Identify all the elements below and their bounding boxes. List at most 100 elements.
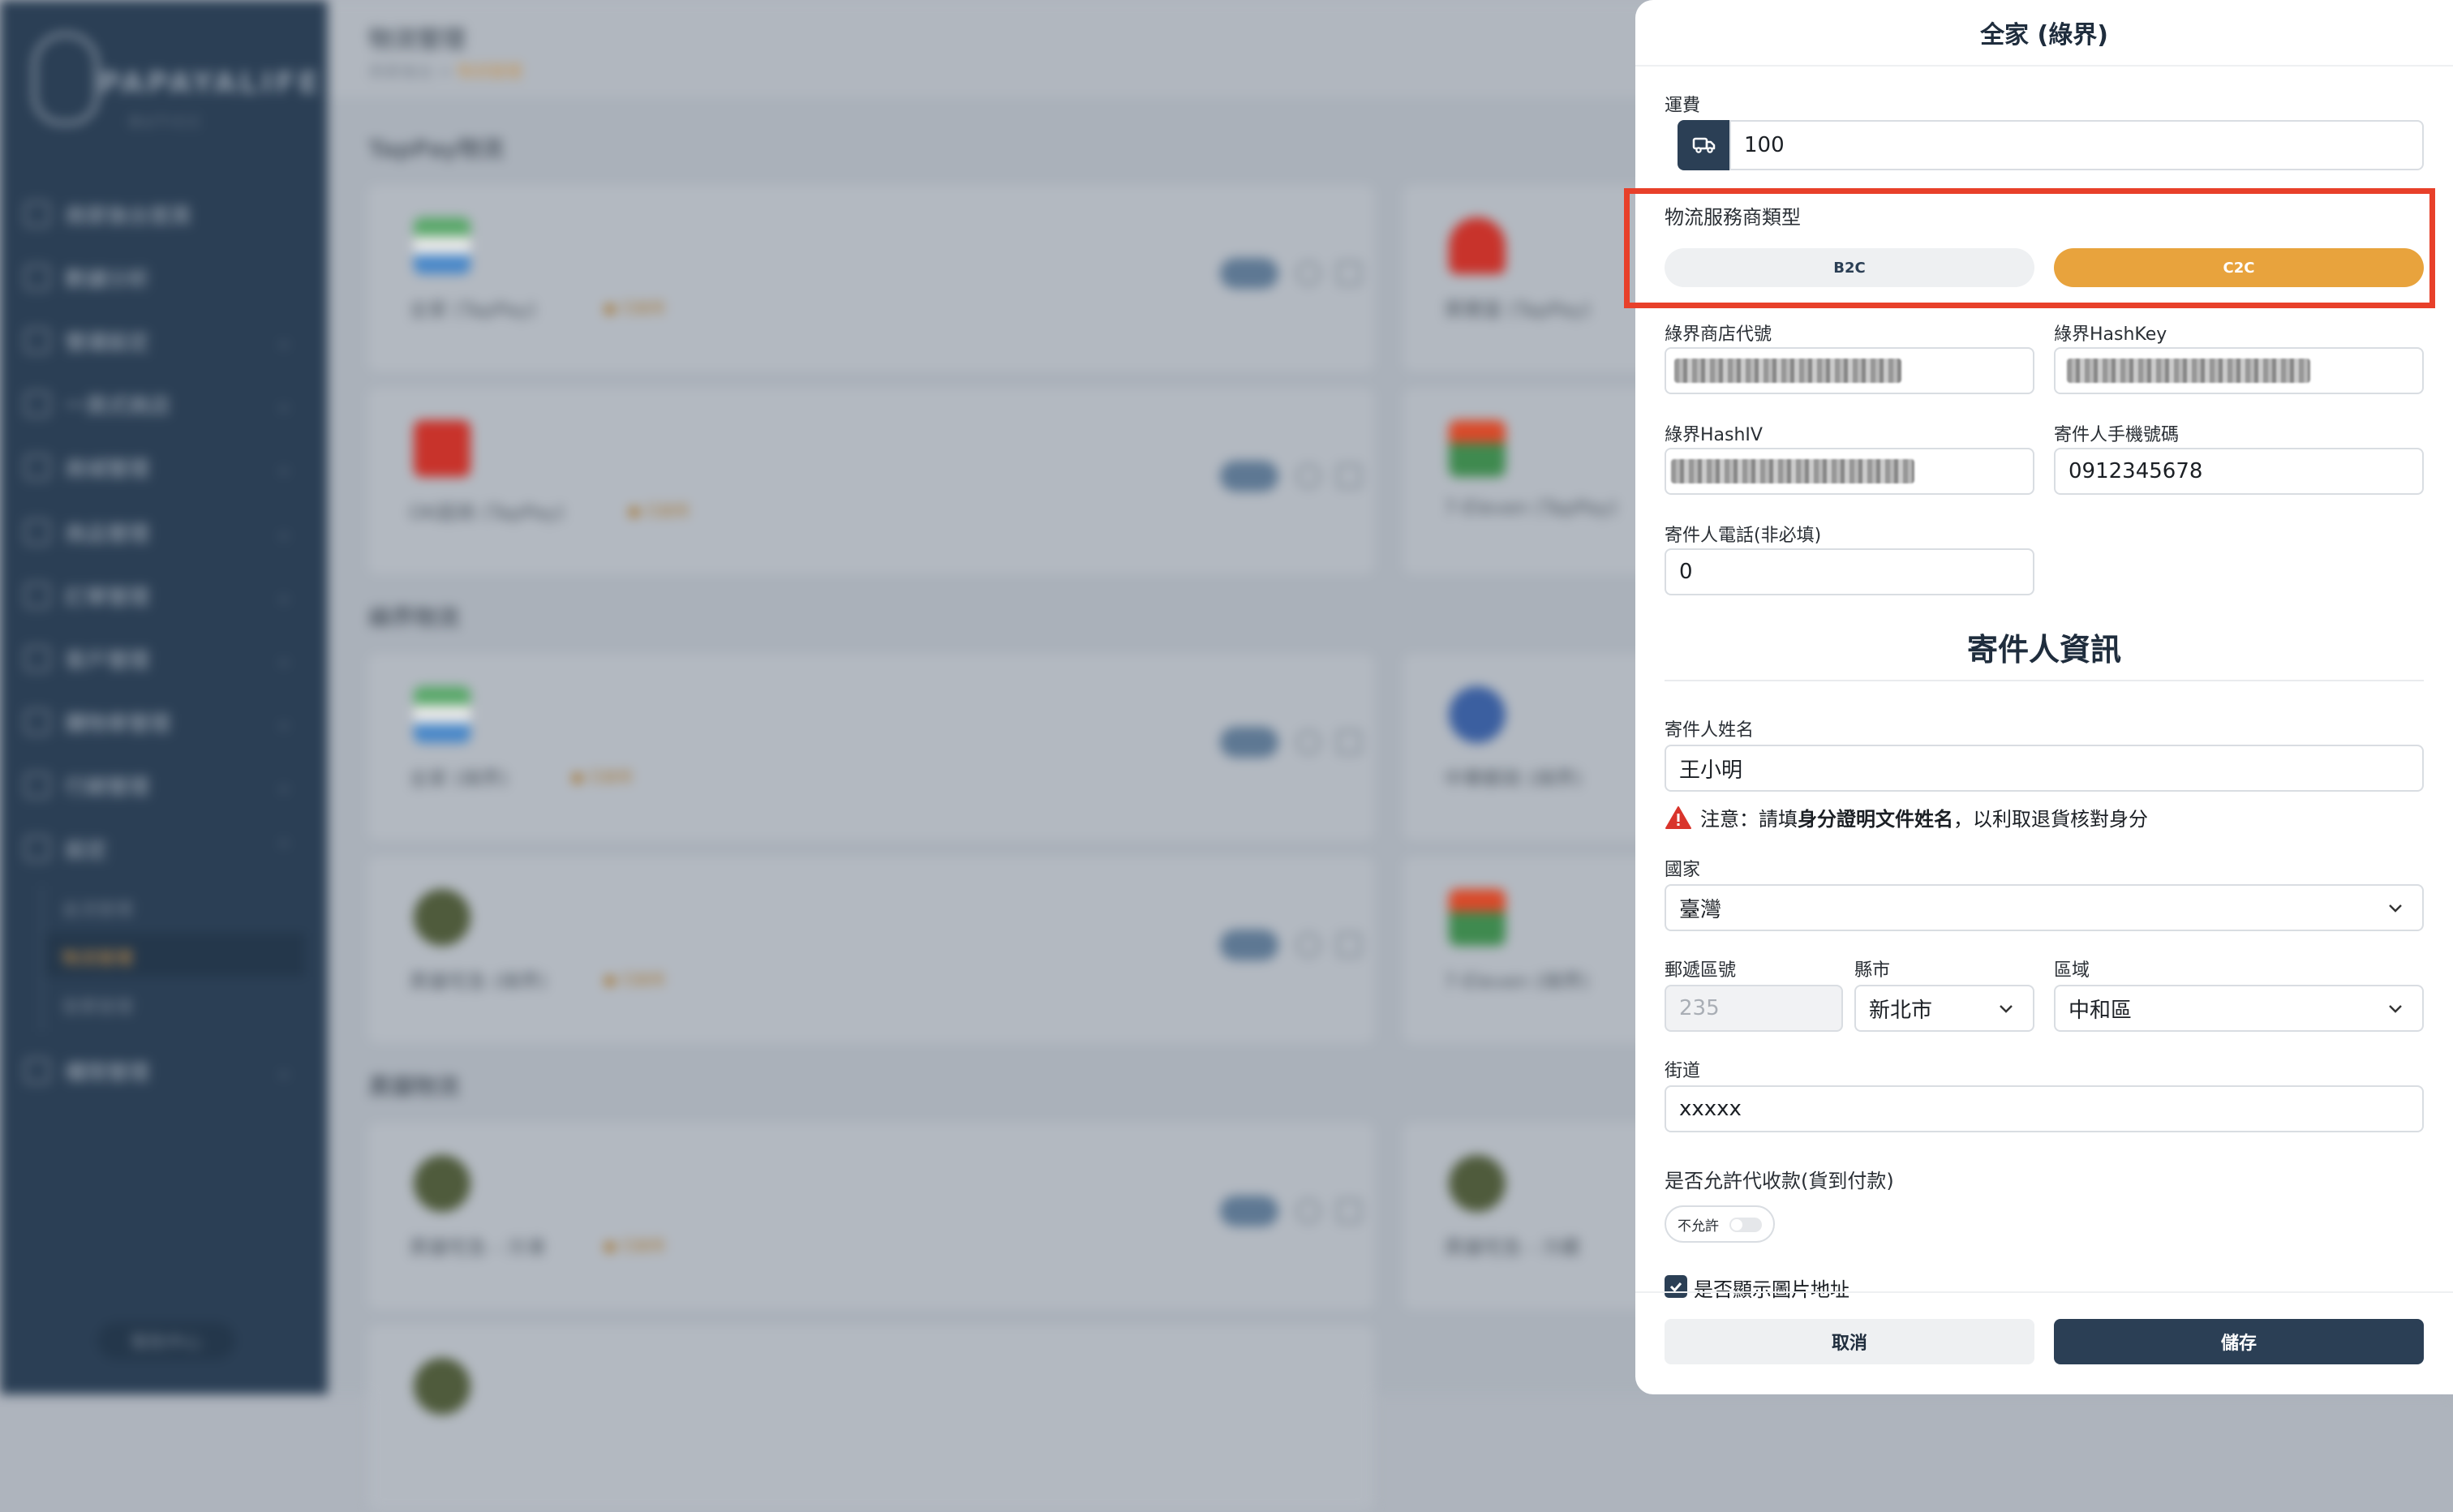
section-ecpay: 綠界物流 xyxy=(368,604,460,631)
postcode-label: 郵遞區號 xyxy=(1665,960,1737,981)
sender-mobile-label: 寄件人手機號碼 xyxy=(2054,425,2180,445)
chevron-down-icon: ⌄ xyxy=(275,584,292,607)
sender-phone-input[interactable]: 0 xyxy=(1665,548,2034,595)
hashiv-input[interactable] xyxy=(1665,448,2034,495)
annotation-highlight-box xyxy=(1624,188,2435,308)
merchant-id-input[interactable] xyxy=(1665,347,2034,394)
view-icon[interactable] xyxy=(1296,464,1321,488)
sidebar-item-mall[interactable]: 商城管理 ⌄ xyxy=(24,445,300,490)
sidebar-item-orders[interactable]: 訂單管理 ⌄ xyxy=(24,573,300,618)
sender-name-input[interactable]: 王小明 xyxy=(1665,745,2424,792)
sidebar-item-settings[interactable]: 設定 ⌃ xyxy=(24,826,300,871)
chevron-down-icon xyxy=(2389,904,2402,913)
district-select[interactable]: 中和區 xyxy=(2054,985,2424,1032)
card-name: 萊爾富 (TapPay) xyxy=(1444,299,1592,321)
warning-suffix: ，以利取退貨核對身分 xyxy=(1953,808,2148,831)
divider xyxy=(1665,680,2424,681)
card-name: 黑貓宅急 - 冷凍 xyxy=(409,1236,545,1259)
country-select[interactable]: 臺灣 xyxy=(1665,884,2424,931)
store-icon xyxy=(24,328,50,354)
city-select[interactable]: 新北市 xyxy=(1854,985,2034,1032)
edit-icon[interactable] xyxy=(1337,261,1361,286)
switch-knob xyxy=(1731,1219,1742,1231)
lock-icon xyxy=(24,1058,50,1084)
status-badge: ● 已啟用 xyxy=(604,1238,665,1255)
cod-switch[interactable] xyxy=(1729,1218,1762,1232)
hashkey-label: 綠界HashKey xyxy=(2054,324,2167,345)
status-badge: ● 已啟用 xyxy=(604,300,665,317)
sidebar-item-products[interactable]: 商品管理 ⌄ xyxy=(24,509,300,555)
tcat-logo-icon xyxy=(414,889,470,946)
warning-emphasis: 身分證明文件姓名 xyxy=(1798,808,1953,831)
drawer-title: 全家 (綠界) xyxy=(1980,21,2108,49)
view-icon[interactable] xyxy=(1296,933,1321,957)
submenu-rail xyxy=(41,886,43,1032)
sidebar-item-marketing[interactable]: 行銷管理 ⌄ xyxy=(24,762,300,808)
street-input[interactable]: xxxxx xyxy=(1665,1085,2424,1132)
card-name: 黑貓宅急 (綠界) xyxy=(409,970,548,993)
logistics-card[interactable]: 全家 (TapPay) ● 已啟用 xyxy=(368,185,1374,372)
divider xyxy=(1635,65,2453,67)
edit-icon[interactable] xyxy=(1337,464,1361,488)
sender-info-heading: 寄件人資訊 xyxy=(1966,632,2121,668)
page-title: 物流管理 xyxy=(368,26,466,54)
edit-icon[interactable] xyxy=(1337,933,1361,957)
chart-icon xyxy=(24,264,50,290)
view-icon[interactable] xyxy=(1296,1199,1321,1223)
chevron-down-icon: ⌄ xyxy=(275,456,292,479)
view-icon[interactable] xyxy=(1296,730,1321,754)
cod-toggle-text: 不允許 xyxy=(1678,1218,1719,1235)
sender-mobile-input[interactable]: 0912345678 xyxy=(2054,448,2424,495)
sidebar-item-permissions[interactable]: 權限管理 ⌄ xyxy=(24,1048,300,1093)
sidebar-item-analytics[interactable]: 數據分析 xyxy=(24,255,300,300)
breadcrumb-home[interactable]: 商家後台 xyxy=(368,62,433,81)
logistics-card[interactable]: OK超商 (TapPay) ● 已啟用 xyxy=(368,388,1374,574)
sidebar-subitem-payment[interactable]: 金流管理 xyxy=(62,896,133,921)
hashkey-input[interactable] xyxy=(2054,347,2424,394)
card-name: 黑貓宅急 - 冷藏 xyxy=(1444,1236,1580,1259)
breadcrumb: 商家後台 > 物流管理 xyxy=(368,58,522,82)
tcat-logo-icon xyxy=(414,1358,470,1415)
brand-subtitle: BUTICC xyxy=(130,114,204,131)
brand-name: PAPAYALIFE xyxy=(99,67,322,100)
sidebar-item-dashboard[interactable]: 商家後台首頁 xyxy=(24,191,300,237)
familymart-logo-icon xyxy=(414,217,470,274)
sidebar-item-cart[interactable]: 購物車管理 ⌄ xyxy=(24,699,300,745)
home-icon xyxy=(24,201,50,227)
logistics-card[interactable]: 黑貓宅急 (綠界) ● 已啟用 xyxy=(368,857,1374,1043)
enable-toggle[interactable] xyxy=(1220,727,1278,758)
redacted-value xyxy=(1671,459,1914,483)
enable-toggle[interactable] xyxy=(1220,930,1278,960)
edit-icon[interactable] xyxy=(1337,1199,1361,1223)
redacted-value xyxy=(1674,359,1901,383)
redacted-value xyxy=(2067,359,2310,383)
breadcrumb-current: 物流管理 xyxy=(457,62,522,81)
city-value: 新北市 xyxy=(1869,998,1933,1023)
chevron-down-icon: ⌄ xyxy=(275,329,292,352)
save-button[interactable]: 儲存 xyxy=(2054,1319,2424,1364)
chevron-up-icon: ⌃ xyxy=(275,837,292,860)
card-name: 全家 (綠界) xyxy=(409,767,509,790)
enable-toggle[interactable] xyxy=(1220,461,1278,492)
logistics-card[interactable] xyxy=(368,1325,1374,1512)
gear-icon xyxy=(24,835,50,861)
cancel-button[interactable]: 取消 xyxy=(1665,1319,2034,1364)
enable-toggle[interactable] xyxy=(1220,258,1278,289)
logistics-card[interactable]: 黑貓宅急 - 冷凍 ● 已啟用 xyxy=(368,1123,1374,1309)
cod-toggle[interactable]: 不允許 xyxy=(1665,1205,1775,1243)
sidebar-subitem-invoice[interactable]: 發票管理 xyxy=(62,993,133,1019)
sidebar-subitem-logistics[interactable]: 物流管理 xyxy=(62,944,133,970)
status-badge: ● 已啟用 xyxy=(604,972,665,989)
view-icon[interactable] xyxy=(1296,261,1321,286)
show-image-checkbox[interactable] xyxy=(1665,1275,1687,1298)
shipping-fee-input[interactable]: 100 xyxy=(1729,120,2424,170)
sidebar-item-onepage[interactable]: 一頁式商店 ⌄ xyxy=(24,381,300,427)
sidebar-item-customers[interactable]: 客戶管理 ⌄ xyxy=(24,636,300,681)
chevron-down-icon: ⌄ xyxy=(275,711,292,733)
enable-toggle[interactable] xyxy=(1220,1196,1278,1226)
seven-eleven-logo-icon xyxy=(1449,889,1506,946)
sidebar-item-operations[interactable]: 營運設定 ⌄ xyxy=(24,318,300,363)
help-center-button[interactable]: 幫助中心 xyxy=(97,1322,235,1360)
edit-icon[interactable] xyxy=(1337,730,1361,754)
logistics-card[interactable]: 全家 (綠界) ● 已啟用 xyxy=(368,654,1374,840)
